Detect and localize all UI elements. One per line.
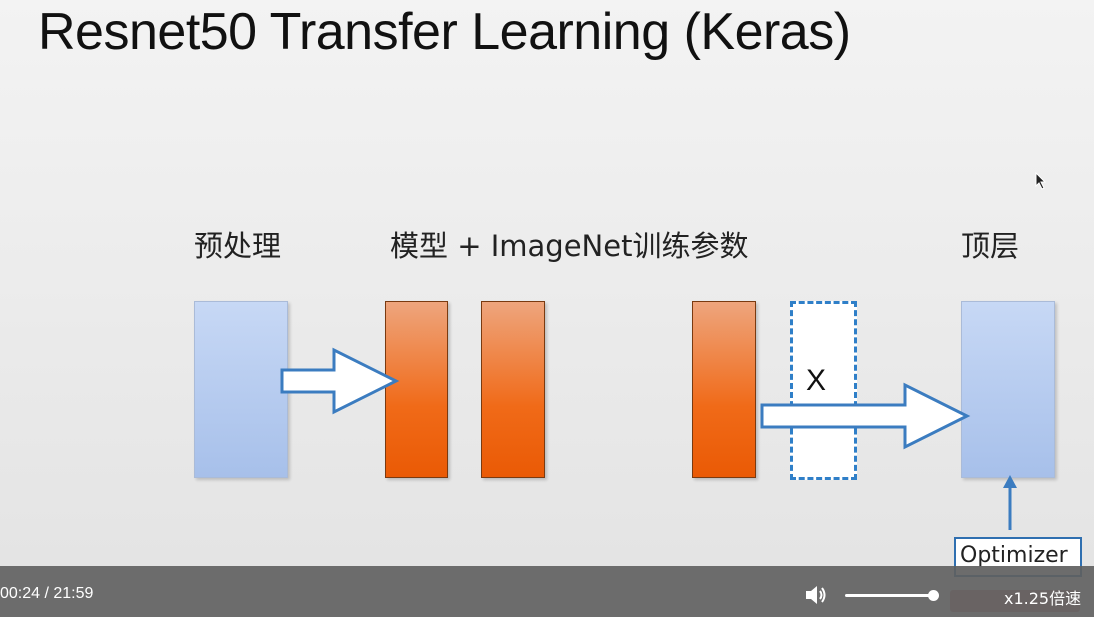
volume-slider-handle[interactable] (928, 590, 939, 601)
arrow-to-top-layer (760, 382, 971, 450)
playback-speed-button[interactable]: x1.25倍速 (1004, 585, 1081, 609)
mouse-cursor-icon (1035, 172, 1047, 190)
time-display: 00:24 / 21:59 (0, 585, 94, 602)
player-control-bar: 00:24 / 21:59 x1.25倍速 (0, 566, 1094, 617)
volume-slider[interactable] (845, 590, 939, 601)
optimizer-label: Optimizer (960, 543, 1068, 568)
arrow-to-model (280, 347, 400, 415)
diagram-arrows (280, 347, 1017, 530)
video-frame[interactable]: Resnet50 Transfer Learning (Keras) 预处理 模… (0, 0, 1094, 566)
volume-icon[interactable] (804, 583, 830, 607)
